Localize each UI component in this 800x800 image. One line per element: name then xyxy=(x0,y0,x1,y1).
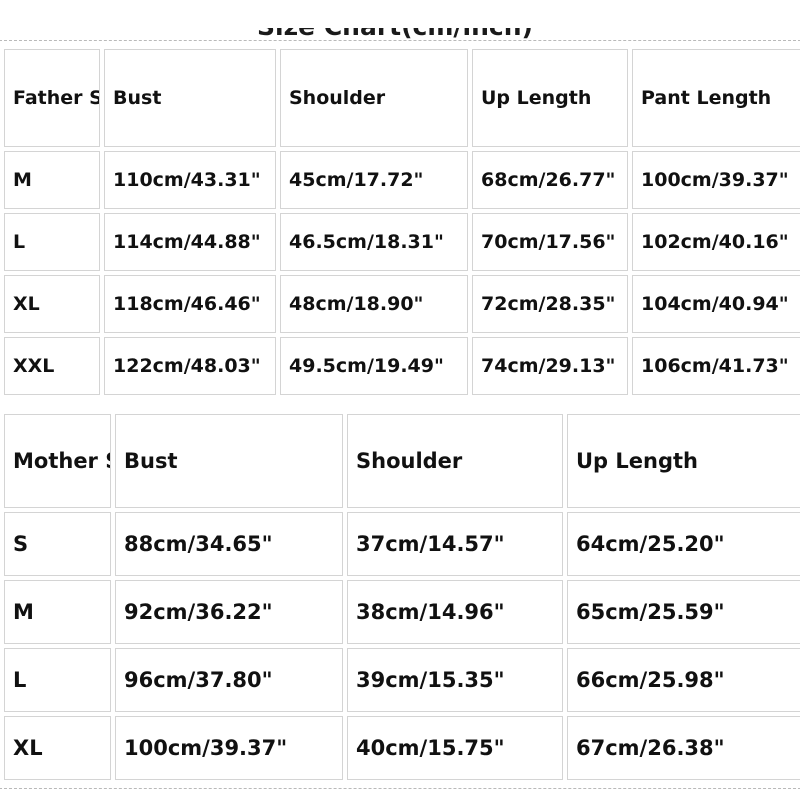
cell-size: L xyxy=(4,648,111,712)
cell-shoulder: 39cm/15.35" xyxy=(347,648,563,712)
father-size-table: Father Size Bust Shoulder Up Length Pant… xyxy=(0,45,800,399)
column-header-shoulder: Shoulder xyxy=(347,414,563,508)
cell-bust: 118cm/46.46" xyxy=(104,275,276,333)
column-header-father-size: Father Size xyxy=(4,49,100,147)
size-chart-page: Size Chart(cm/inch) Father Size Bust Sho… xyxy=(0,0,800,800)
column-header-mother-size: Mother Size xyxy=(4,414,111,508)
clipped-heading: Size Chart(cm/inch) xyxy=(0,28,795,42)
cell-shoulder: 38cm/14.96" xyxy=(347,580,563,644)
cell-size: XL xyxy=(4,716,111,780)
cell-pant-length: 102cm/40.16" xyxy=(632,213,800,271)
column-header-bust: Bust xyxy=(115,414,343,508)
cell-bust: 110cm/43.31" xyxy=(104,151,276,209)
cell-shoulder: 46.5cm/18.31" xyxy=(280,213,468,271)
cell-up-length: 70cm/17.56" xyxy=(472,213,628,271)
clipped-heading-text: Size Chart(cm/inch) xyxy=(257,28,533,40)
cell-up-length: 74cm/29.13" xyxy=(472,337,628,395)
table-row: M 92cm/36.22" 38cm/14.96" 65cm/25.59" xyxy=(4,580,800,644)
cell-bust: 88cm/34.65" xyxy=(115,512,343,576)
column-header-bust: Bust xyxy=(104,49,276,147)
cell-bust: 92cm/36.22" xyxy=(115,580,343,644)
column-header-shoulder: Shoulder xyxy=(280,49,468,147)
cell-size: L xyxy=(4,213,100,271)
cell-shoulder: 48cm/18.90" xyxy=(280,275,468,333)
cell-pant-length: 100cm/39.37" xyxy=(632,151,800,209)
table-row: XL 118cm/46.46" 48cm/18.90" 72cm/28.35" … xyxy=(4,275,800,333)
table-row: XXL 122cm/48.03" 49.5cm/19.49" 74cm/29.1… xyxy=(4,337,800,395)
cell-shoulder: 37cm/14.57" xyxy=(347,512,563,576)
cell-bust: 96cm/37.80" xyxy=(115,648,343,712)
cell-size: S xyxy=(4,512,111,576)
cell-up-length: 66cm/25.98" xyxy=(567,648,800,712)
table-row: M 110cm/43.31" 45cm/17.72" 68cm/26.77" 1… xyxy=(4,151,800,209)
table-row: S 88cm/34.65" 37cm/14.57" 64cm/25.20" xyxy=(4,512,800,576)
table-row: L 114cm/44.88" 46.5cm/18.31" 70cm/17.56"… xyxy=(4,213,800,271)
cell-size: XL xyxy=(4,275,100,333)
cell-up-length: 65cm/25.59" xyxy=(567,580,800,644)
table-separator xyxy=(0,399,800,410)
cell-pant-length: 106cm/41.73" xyxy=(632,337,800,395)
cell-up-length: 72cm/28.35" xyxy=(472,275,628,333)
column-header-up-length: Up Length xyxy=(472,49,628,147)
cell-pant-length: 104cm/40.94" xyxy=(632,275,800,333)
table-row: L 96cm/37.80" 39cm/15.35" 66cm/25.98" xyxy=(4,648,800,712)
cell-up-length: 64cm/25.20" xyxy=(567,512,800,576)
table-header-row: Mother Size Bust Shoulder Up Length xyxy=(4,414,800,508)
mother-size-table: Mother Size Bust Shoulder Up Length S 88… xyxy=(0,410,800,784)
cell-bust: 122cm/48.03" xyxy=(104,337,276,395)
column-header-up-length: Up Length xyxy=(567,414,800,508)
size-chart-container: Size Chart(cm/inch) Father Size Bust Sho… xyxy=(0,28,800,789)
cell-up-length: 68cm/26.77" xyxy=(472,151,628,209)
cell-size: XXL xyxy=(4,337,100,395)
cell-up-length: 67cm/26.38" xyxy=(567,716,800,780)
cell-shoulder: 40cm/15.75" xyxy=(347,716,563,780)
cell-size: M xyxy=(4,580,111,644)
column-header-pant-length: Pant Length xyxy=(632,49,800,147)
cell-shoulder: 49.5cm/19.49" xyxy=(280,337,468,395)
table-header-row: Father Size Bust Shoulder Up Length Pant… xyxy=(4,49,800,147)
cell-shoulder: 45cm/17.72" xyxy=(280,151,468,209)
cell-size: M xyxy=(4,151,100,209)
table-row: XL 100cm/39.37" 40cm/15.75" 67cm/26.38" xyxy=(4,716,800,780)
cell-bust: 114cm/44.88" xyxy=(104,213,276,271)
cell-bust: 100cm/39.37" xyxy=(115,716,343,780)
